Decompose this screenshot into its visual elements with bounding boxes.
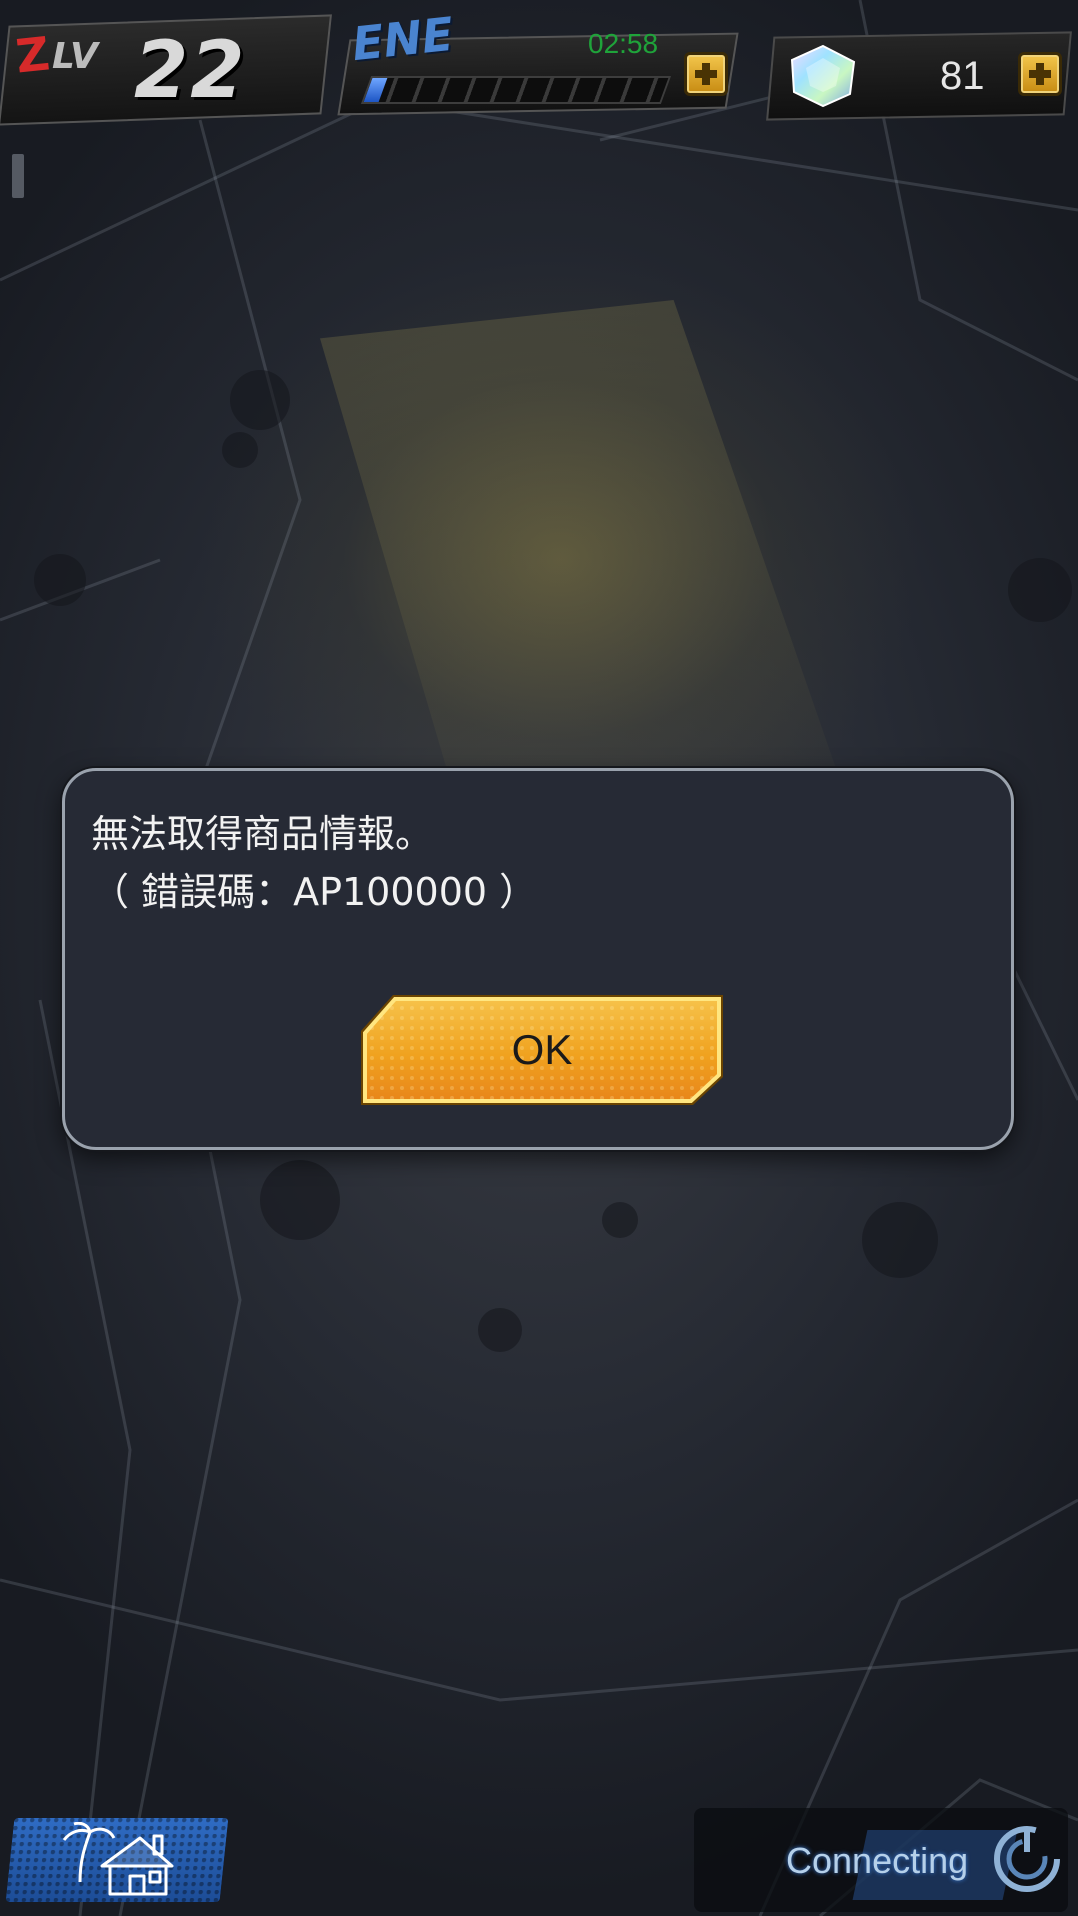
energy-label: ENE bbox=[349, 6, 456, 72]
error-message-line: 無法取得商品情報。 bbox=[91, 812, 434, 856]
gem-panel: 81 bbox=[764, 8, 1074, 121]
energy-timer: 02:58 bbox=[588, 28, 659, 59]
energy-bar-segments bbox=[363, 78, 669, 102]
error-message: 無法取得商品情報。 （ 錯誤碼：AP100000 ） bbox=[91, 805, 537, 921]
game-screen: Z LV 22 ENE 02:58 81 無法取得商品情報。 （ 錯誤碼：AP1… bbox=[0, 0, 1078, 1916]
connecting-text: Connecting bbox=[786, 1840, 969, 1881]
error-code-line: （ 錯誤碼：AP100000 ） bbox=[91, 870, 538, 914]
ok-button-label: OK bbox=[511, 1026, 573, 1073]
crystal-gem-icon bbox=[790, 44, 856, 108]
loading-spinner-icon bbox=[994, 1826, 1060, 1892]
gem-count: 81 bbox=[940, 54, 985, 98]
plus-icon[interactable] bbox=[1018, 52, 1062, 96]
level-value: 22 bbox=[134, 26, 247, 116]
side-tab-handle[interactable] bbox=[12, 154, 24, 198]
energy-bar bbox=[360, 76, 672, 104]
home-button[interactable] bbox=[5, 1818, 229, 1902]
home-island-icon bbox=[62, 1822, 174, 1896]
ok-button[interactable]: OK bbox=[357, 993, 727, 1107]
connecting-indicator: Connecting bbox=[694, 1808, 1068, 1912]
plus-icon[interactable] bbox=[684, 52, 728, 96]
level-prefix: Z bbox=[13, 26, 53, 84]
error-dialog: 無法取得商品情報。 （ 錯誤碼：AP100000 ） OK bbox=[62, 768, 1014, 1150]
energy-panel: ENE 02:58 bbox=[336, 6, 740, 120]
level-label: LV bbox=[52, 36, 98, 77]
player-level-panel: Z LV 22 bbox=[0, 8, 332, 126]
